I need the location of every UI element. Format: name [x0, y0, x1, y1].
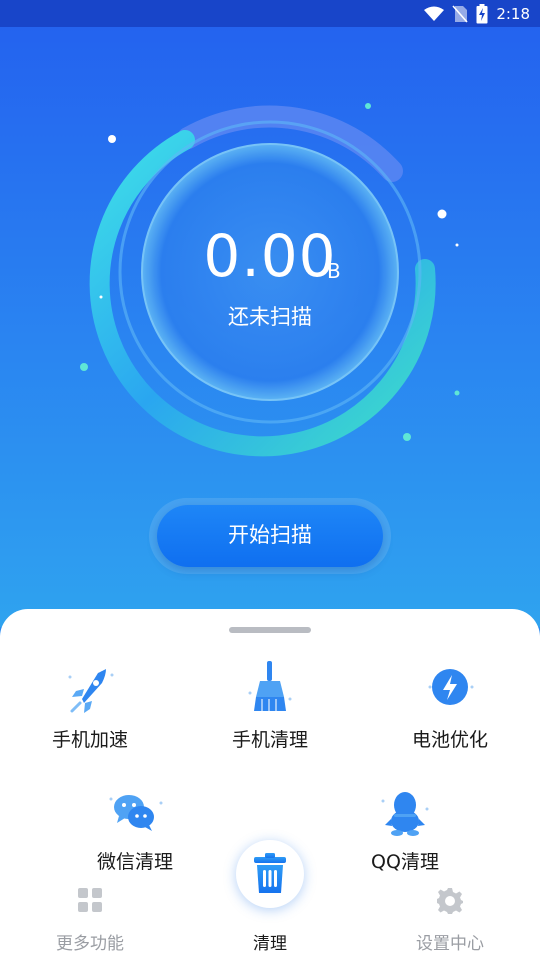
sheet-drag-handle[interactable]: [229, 627, 311, 633]
battery-charging-icon: [476, 3, 488, 23]
broom-icon: [248, 661, 292, 711]
nav-item-settings[interactable]: 设置中心: [400, 887, 500, 954]
start-scan-button[interactable]: 开始扫描: [157, 505, 383, 567]
scan-size-value: 0.00: [203, 222, 337, 290]
wechat-icon: [109, 795, 163, 831]
feature-label: 手机加速: [51, 729, 128, 751]
feature-sheet: 手机加速 手机清理 电池优化 微信清理 QQ清理 更多功能 清理 设置中心: [0, 609, 540, 960]
feature-label: QQ清理: [371, 851, 439, 873]
nav-item-more[interactable]: 更多功能: [40, 887, 140, 954]
scan-hero: 0.00 B 还未扫描 开始扫描: [0, 27, 540, 627]
feature-phone-clean[interactable]: 手机清理: [190, 659, 350, 752]
feature-phone-boost[interactable]: 手机加速: [10, 663, 170, 752]
feature-qq-clean[interactable]: QQ清理: [325, 789, 485, 874]
scan-size-unit: B: [327, 259, 341, 283]
nav-item-clean-button[interactable]: [236, 840, 304, 908]
no-sim-icon: [452, 4, 468, 23]
gear-icon: [437, 888, 463, 914]
qq-penguin-icon: [381, 792, 429, 836]
nav-label: 设置中心: [416, 934, 484, 954]
nav-item-clean[interactable]: 清理: [220, 929, 320, 954]
feature-label: 手机清理: [231, 729, 308, 751]
lightning-icon: [428, 669, 474, 705]
wifi-icon: [424, 6, 445, 21]
grid-icon: [78, 888, 102, 912]
nav-label: 清理: [253, 934, 287, 954]
trash-icon: [254, 853, 286, 893]
feature-battery-optimize[interactable]: 电池优化: [370, 663, 530, 752]
nav-label: 更多功能: [56, 934, 124, 954]
feature-label: 微信清理: [96, 851, 173, 873]
feature-label: 电池优化: [411, 729, 488, 751]
scan-status-text: 还未扫描: [228, 305, 312, 329]
status-bar: 2:18: [0, 0, 540, 27]
rocket-icon: [68, 669, 114, 713]
status-time: 2:18: [496, 4, 530, 23]
feature-wechat-clean[interactable]: 微信清理: [55, 789, 215, 874]
